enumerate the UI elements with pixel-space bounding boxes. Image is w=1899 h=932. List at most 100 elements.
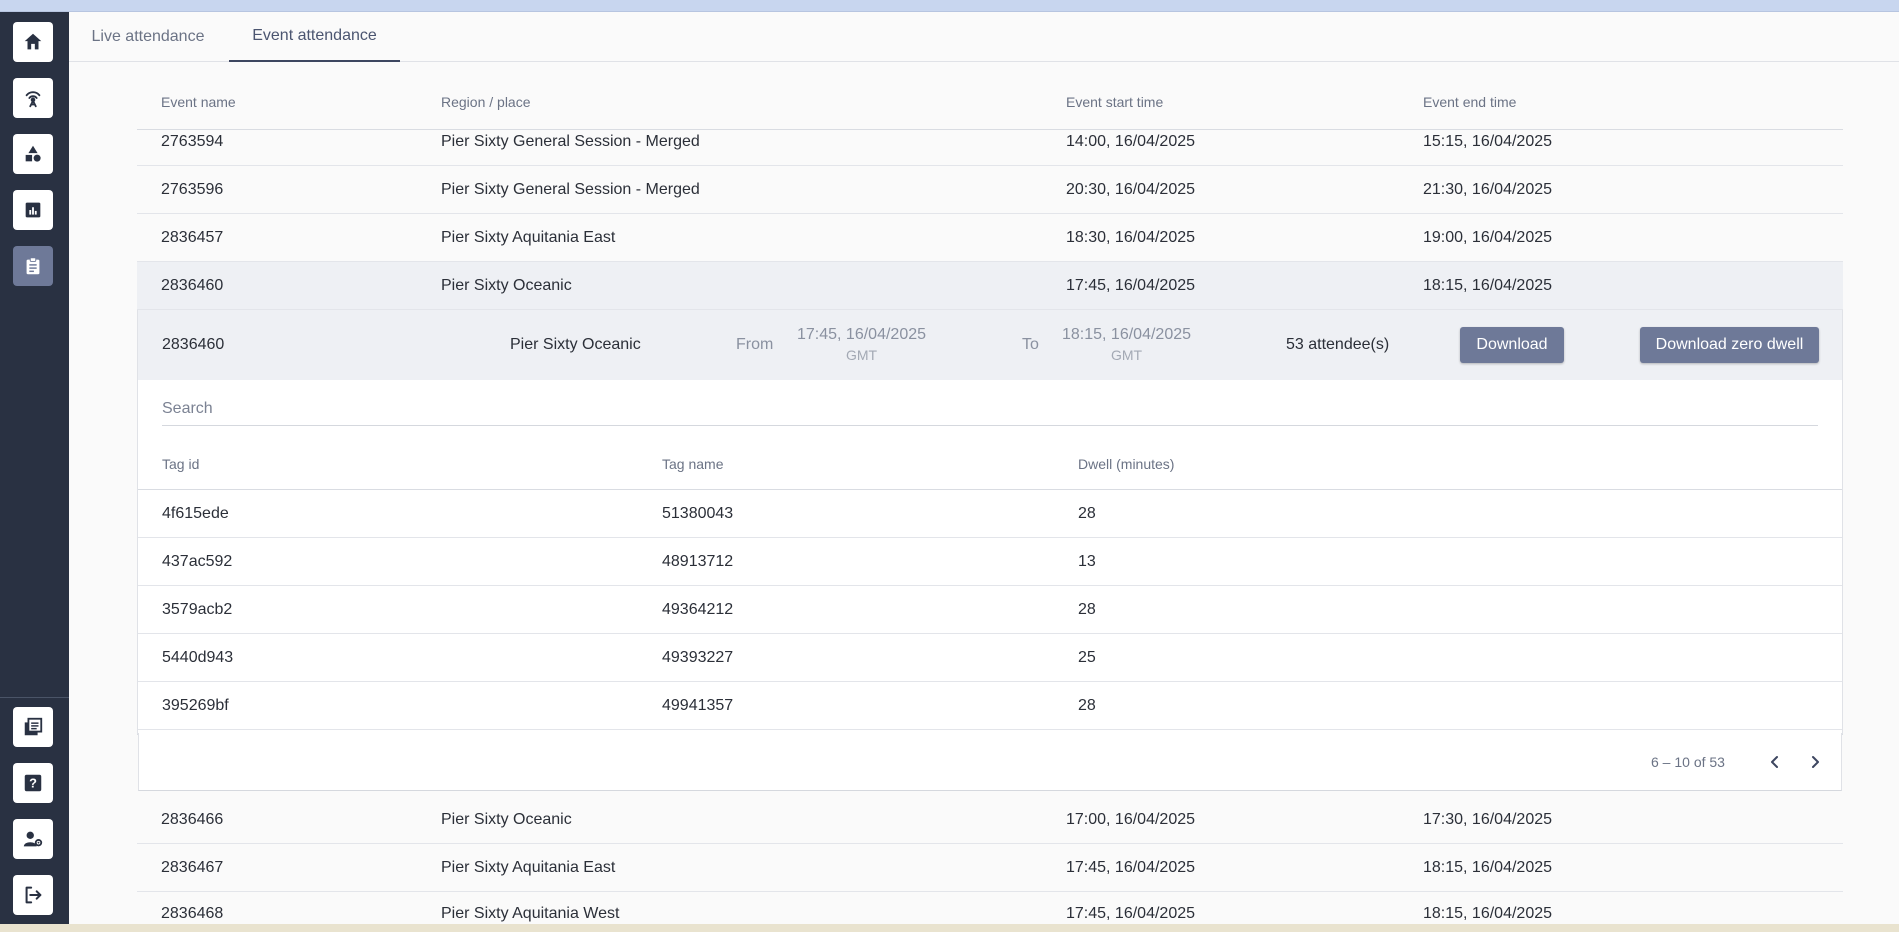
event-detail-header: 2836460 Pier Sixty Oceanic From 17:45, 1… [138,310,1842,380]
table-row[interactable]: 2763594 Pier Sixty General Session - Mer… [137,130,1843,166]
sidebar-help-button[interactable]: ? [13,763,53,803]
sidebar-divider [0,697,69,698]
sidebar-zones-button[interactable] [13,134,53,174]
sidebar-user-settings-button[interactable] [13,819,53,859]
col-region[interactable]: Region / place [441,74,531,129]
table-row[interactable]: 2763596 Pier Sixty General Session - Mer… [137,166,1843,214]
start-time-cell: 17:45, 16/04/2025 [1066,276,1196,294]
col-end-time[interactable]: Event end time [1423,74,1516,129]
detail-to-time: 18:15, 16/04/2025 GMT [1062,310,1191,380]
chart-icon [25,202,41,218]
detail-attendee-count: 53 attendee(s) [1286,336,1390,353]
table-row-selected[interactable]: 2836460 Pier Sixty Oceanic 17:45, 16/04/… [137,262,1843,310]
col-start-time[interactable]: Event start time [1066,74,1163,129]
list-item[interactable]: 437ac592 48913712 13 [138,538,1842,586]
tag-name-cell: 48913712 [662,552,734,570]
download-button[interactable]: Download [1460,327,1564,363]
end-time-cell: 19:00, 16/04/2025 [1423,228,1553,246]
search-input[interactable] [162,392,1818,426]
download-zero-dwell-button[interactable]: Download zero dwell [1640,327,1819,363]
dwell-cell: 25 [1078,648,1096,666]
sidebar-library-button[interactable] [13,707,53,747]
end-time-cell: 17:30, 16/04/2025 [1423,810,1553,828]
window-top-bar [0,0,1899,12]
chevron-right-icon [1812,756,1819,768]
sidebar-attendance-button[interactable] [13,246,53,286]
sidebar-reports-button[interactable] [13,190,53,230]
window-bottom-bar [0,924,1899,932]
event-detail-panel: 2836460 Pier Sixty Oceanic From 17:45, 1… [137,310,1843,735]
event-name-cell: 2836467 [161,858,224,876]
events-table-header: Event name Region / place Event start ti… [137,74,1843,130]
start-time-cell: 17:45, 16/04/2025 [1066,905,1196,922]
clipboard-icon [26,257,40,275]
sidebar: ? [0,12,69,924]
start-time-cell: 17:45, 16/04/2025 [1066,858,1196,876]
tag-id-cell: 5440d943 [162,648,234,666]
to-time-value: 18:15, 16/04/2025 [1062,326,1192,343]
dwell-cell: 28 [1078,600,1096,618]
sidebar-logout-button[interactable] [13,875,53,915]
pagination-range: 6 – 10 of 53 [1651,754,1725,770]
col-event-name[interactable]: Event name [161,74,236,129]
detail-region: Pier Sixty Oceanic [510,336,641,353]
region-cell: Pier Sixty Aquitania West [441,905,620,922]
start-time-cell: 14:00, 16/04/2025 [1066,133,1196,150]
event-name-cell: 2836460 [161,276,224,294]
list-item[interactable]: 5440d943 49393227 25 [138,634,1842,682]
library-icon [24,717,43,736]
event-name-cell: 2836468 [161,905,224,922]
tag-id-cell: 437ac592 [162,552,233,570]
antenna-icon [25,91,41,108]
region-cell: Pier Sixty General Session - Merged [441,133,700,150]
help-icon: ? [24,774,42,792]
col-dwell[interactable]: Dwell (minutes) [1078,438,1174,489]
tags-table-header: Tag id Tag name Dwell (minutes) [138,438,1842,490]
logout-icon [25,886,42,904]
col-tag-id[interactable]: Tag id [162,438,199,489]
tab-bar: Live attendance Event attendance [69,12,1899,62]
chevron-left-icon [1771,756,1778,768]
list-item[interactable]: 3579acb2 49364212 28 [138,586,1842,634]
end-time-cell: 15:15, 16/04/2025 [1423,133,1553,150]
shapes-icon [25,145,41,162]
list-item[interactable]: 395269bf 49941357 28 [138,682,1842,730]
svg-text:?: ? [29,776,37,791]
previous-page-button[interactable] [1761,748,1789,776]
event-name-cell: 2836457 [161,228,224,246]
table-row[interactable]: 2836468 Pier Sixty Aquitania West 17:45,… [137,892,1843,924]
table-row[interactable]: 2836466 Pier Sixty Oceanic 17:00, 16/04/… [137,796,1843,844]
sidebar-home-button[interactable] [13,22,53,62]
tab-event-attendance[interactable]: Event attendance [229,12,400,62]
from-timezone: GMT [845,347,878,363]
user-settings-icon [23,831,43,847]
col-tag-name[interactable]: Tag name [662,438,723,489]
start-time-cell: 18:30, 16/04/2025 [1066,228,1196,246]
tag-name-cell: 51380043 [662,504,734,522]
to-timezone: GMT [1110,347,1143,363]
tag-id-cell: 395269bf [162,696,229,714]
tag-name-cell: 49364212 [662,600,734,618]
next-page-button[interactable] [1801,748,1829,776]
tag-id-cell: 3579acb2 [162,600,233,618]
tab-live-attendance[interactable]: Live attendance [79,12,217,62]
table-row[interactable]: 2836457 Pier Sixty Aquitania East 18:30,… [137,214,1843,262]
pagination-bar: 6 – 10 of 53 [138,733,1842,791]
tag-id-cell: 4f615ede [162,504,229,522]
detail-event-id: 2836460 [162,336,225,353]
end-time-cell: 21:30, 16/04/2025 [1423,180,1553,198]
event-name-cell: 2763594 [161,133,224,150]
start-time-cell: 17:00, 16/04/2025 [1066,810,1196,828]
detail-from-label: From [736,336,774,353]
region-cell: Pier Sixty Aquitania East [441,858,616,876]
tag-name-cell: 49393227 [662,648,734,666]
region-cell: Pier Sixty General Session - Merged [441,180,700,198]
sidebar-live-button[interactable] [13,78,53,118]
tag-name-cell: 49941357 [662,696,734,714]
home-icon [24,33,42,50]
table-row[interactable]: 2836467 Pier Sixty Aquitania East 17:45,… [137,844,1843,892]
list-item[interactable]: 4f615ede 51380043 28 [138,490,1842,538]
region-cell: Pier Sixty Aquitania East [441,228,616,246]
dwell-cell: 13 [1078,552,1096,570]
region-cell: Pier Sixty Oceanic [441,810,572,828]
